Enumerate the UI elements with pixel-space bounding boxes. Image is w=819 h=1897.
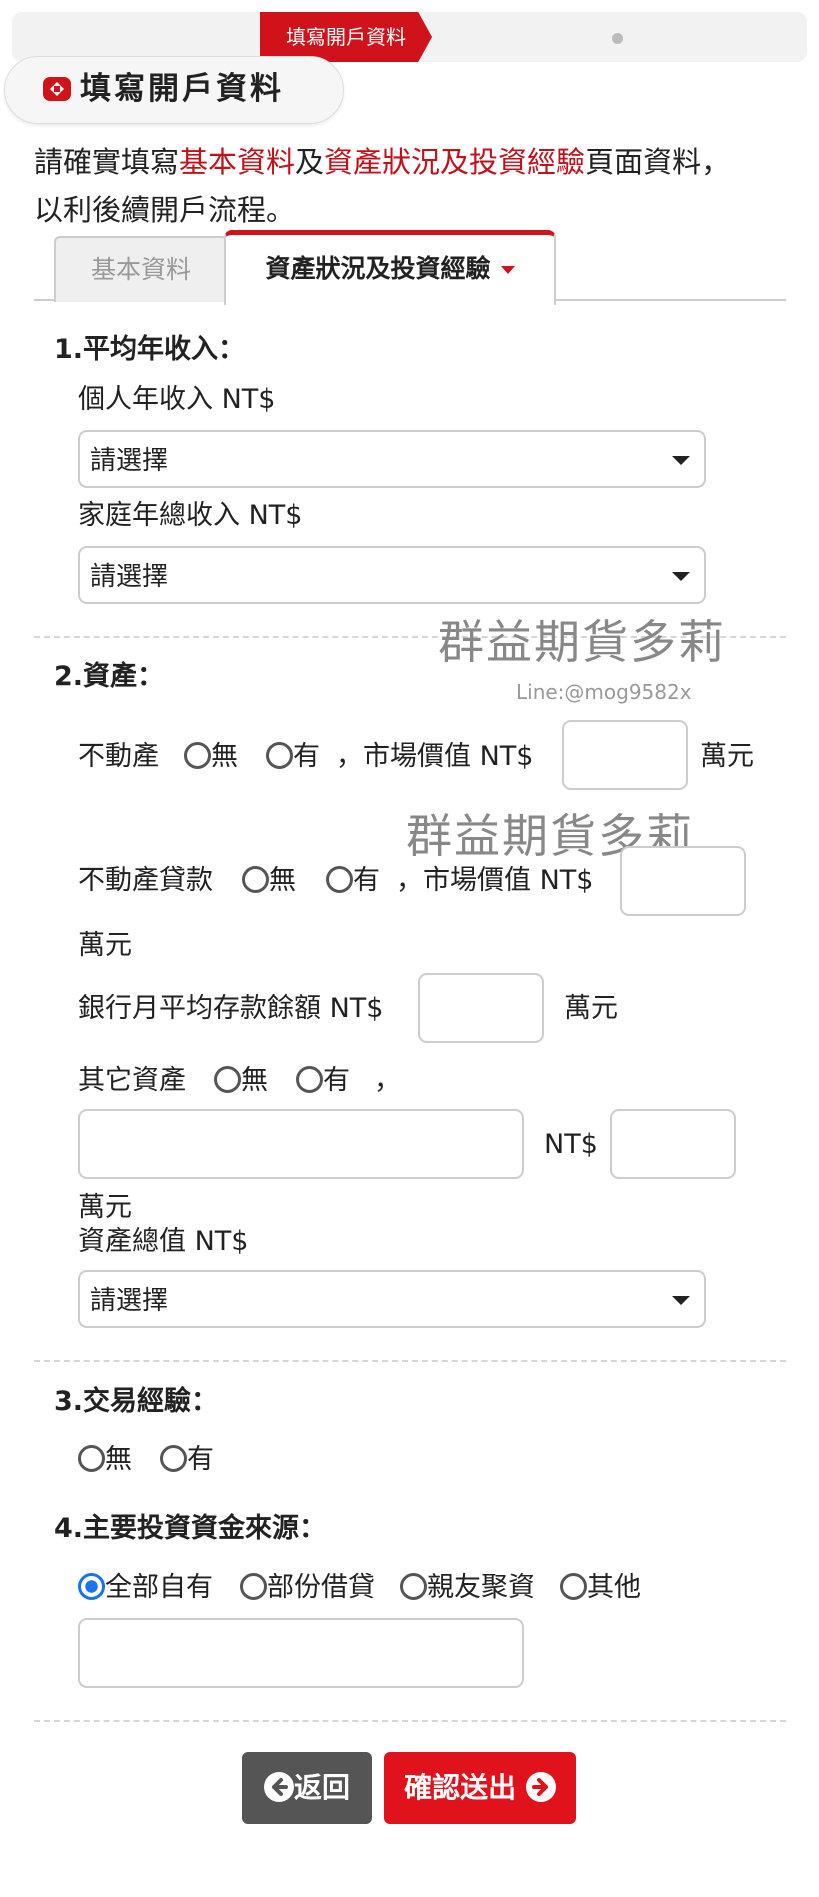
funds-option-loan[interactable]: 部份借貸: [240, 1568, 375, 1608]
bank-deposit-unit: 萬元: [564, 993, 618, 1024]
section-divider: [34, 1720, 786, 1722]
real-estate-loan-yes-option[interactable]: 有: [326, 861, 380, 901]
submit-button[interactable]: 確認送出: [384, 1752, 576, 1824]
tab-basic-info[interactable]: 基本資料: [54, 236, 228, 302]
real-estate-unit: 萬元: [700, 741, 754, 772]
watermark: 群益期貨多莉: [438, 615, 726, 669]
bank-deposit-label: 銀行月平均存款餘額 NT$: [78, 993, 384, 1024]
funds-option-friends[interactable]: 親友聚資: [400, 1568, 535, 1608]
arrow-right-circle-icon: [525, 1772, 556, 1802]
real-estate-loan-unit: 萬元: [78, 930, 132, 961]
page-title: 填寫開戶資料: [80, 71, 284, 107]
link-basic-info[interactable]: 基本資料: [179, 145, 295, 179]
radio-button[interactable]: [266, 742, 293, 769]
radio-button[interactable]: [184, 742, 211, 769]
dropdown-arrow-icon: [672, 1296, 690, 1305]
real-estate-loan-value-input[interactable]: [620, 846, 746, 916]
radio-button[interactable]: [78, 1445, 105, 1472]
caret-down-icon: [500, 266, 515, 274]
tab-asset-investment[interactable]: 資產狀況及投資經驗: [224, 230, 556, 305]
real-estate-no-option[interactable]: 無: [184, 737, 238, 777]
radio-button[interactable]: [560, 1573, 587, 1600]
progress-step-active: 填寫開戶資料: [260, 12, 432, 62]
other-assets-description-input[interactable]: [78, 1109, 524, 1179]
radio-button-selected[interactable]: [78, 1573, 105, 1600]
family-income-label: 家庭年總收入 NT$: [78, 500, 303, 531]
other-assets-no-option[interactable]: 無: [214, 1061, 268, 1101]
watermark-line: Line:@mog9582x: [516, 680, 692, 704]
intro-text: 請確實填寫基本資料及資產狀況及投資經驗頁面資料， 以利後續開戶流程。: [34, 145, 731, 227]
family-income-select[interactable]: 請選擇: [78, 546, 706, 604]
funds-option-other[interactable]: 其他: [560, 1568, 641, 1608]
section-funds-heading: 4.主要投資資金來源：: [54, 1513, 327, 1544]
personal-income-select[interactable]: 請選擇: [78, 430, 706, 488]
real-estate-market-value-label: ，市場價值 NT$: [336, 741, 534, 772]
other-assets-yes-option[interactable]: 有: [296, 1061, 350, 1101]
section-assets-heading: 2.資產：: [54, 661, 165, 692]
real-estate-loan-label: 不動產貸款: [78, 865, 213, 896]
other-assets-comma: ，: [374, 1065, 401, 1096]
radio-button[interactable]: [160, 1445, 187, 1472]
radio-button[interactable]: [296, 1066, 323, 1093]
other-assets-nt-label: NT$: [544, 1129, 598, 1160]
account-icon: [42, 74, 72, 104]
real-estate-value-input[interactable]: [562, 720, 688, 790]
trading-no-option[interactable]: 無: [78, 1440, 132, 1480]
funds-other-input[interactable]: [78, 1618, 524, 1688]
bank-deposit-input[interactable]: [418, 973, 544, 1043]
funds-option-own[interactable]: 全部自有: [78, 1568, 213, 1608]
radio-button[interactable]: [242, 866, 269, 893]
total-assets-select[interactable]: 請選擇: [78, 1270, 706, 1328]
back-button[interactable]: 返回: [242, 1752, 372, 1824]
radio-button[interactable]: [326, 866, 353, 893]
real-estate-yes-option[interactable]: 有: [266, 737, 320, 777]
total-assets-label: 資產總值 NT$: [78, 1226, 249, 1257]
personal-income-label: 個人年收入 NT$: [78, 384, 276, 415]
radio-button[interactable]: [240, 1573, 267, 1600]
section-trading-heading: 3.交易經驗：: [54, 1386, 219, 1417]
radio-button[interactable]: [214, 1066, 241, 1093]
dropdown-arrow-icon: [672, 572, 690, 581]
arrow-left-circle-icon: [263, 1772, 294, 1802]
other-assets-value-input[interactable]: [610, 1109, 736, 1179]
link-asset-info[interactable]: 資產狀況及投資經驗: [324, 145, 585, 179]
dropdown-arrow-icon: [672, 456, 690, 465]
real-estate-loan-no-option[interactable]: 無: [242, 861, 296, 901]
progress-step-dot: [612, 33, 623, 44]
real-estate-loan-market-value-label: ，市場價值 NT$: [396, 865, 594, 896]
other-assets-label: 其它資產: [78, 1065, 186, 1096]
section-income-heading: 1.平均年收入：: [54, 334, 246, 365]
trading-yes-option[interactable]: 有: [160, 1440, 214, 1480]
radio-button[interactable]: [400, 1573, 427, 1600]
real-estate-label: 不動產: [78, 741, 159, 772]
section-divider: [34, 1360, 786, 1362]
